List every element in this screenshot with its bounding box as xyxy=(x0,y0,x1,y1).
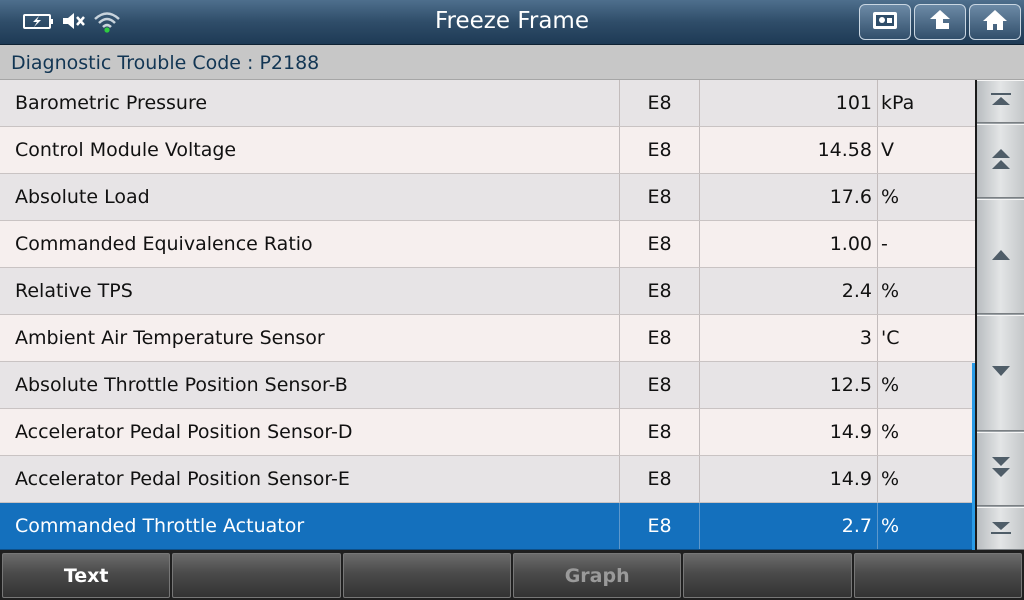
parameter-unit: % xyxy=(881,374,900,396)
parameter-unit: - xyxy=(881,233,888,255)
scroll-bottom-icon xyxy=(988,517,1014,541)
toolbar-button-3[interactable] xyxy=(342,553,511,598)
scroll-bottom-button[interactable] xyxy=(977,507,1024,550)
scroll-down-button[interactable] xyxy=(977,315,1024,431)
parameter-unit: % xyxy=(881,421,900,443)
toolbar-button-2[interactable] xyxy=(172,553,341,598)
parameter-unit: % xyxy=(881,280,900,302)
parameter-unit: V xyxy=(881,139,894,161)
parameter-value: 2.7 xyxy=(700,503,878,549)
home-button[interactable] xyxy=(969,4,1021,40)
toolbar-button-5[interactable] xyxy=(683,553,852,598)
toolbar-button-1[interactable]: Text xyxy=(2,553,171,598)
parameter-value: 3 xyxy=(700,315,878,361)
parameter-name: Relative TPS xyxy=(0,268,620,314)
table-row[interactable]: Control Module Voltage E8 14.58 V xyxy=(0,127,975,174)
freeze-frame-table: Barometric Pressure E8 101 kPa Control Modul… xyxy=(0,80,975,550)
parameter-name: Commanded Equivalence Ratio xyxy=(0,221,620,267)
scroll-top-icon xyxy=(988,90,1014,114)
parameter-unit: 'C xyxy=(881,327,900,349)
parameter-value: 101 xyxy=(700,80,878,126)
bottom-toolbar: Text Graph xyxy=(0,550,1024,600)
page-up-button[interactable] xyxy=(977,124,1024,198)
parameter-code: E8 xyxy=(620,268,700,314)
parameter-code: E8 xyxy=(620,127,700,173)
scroll-top-button[interactable] xyxy=(977,80,1024,123)
parameter-unit: % xyxy=(878,503,975,549)
toolbar-button-6[interactable] xyxy=(853,553,1022,598)
table-row[interactable]: Relative TPS E8 2.4% xyxy=(0,268,975,315)
screenshot-button[interactable] xyxy=(859,4,911,40)
table-row[interactable]: Commanded Throttle Actuator E8 2.7% xyxy=(0,503,975,550)
toolbar-button-4[interactable]: Graph xyxy=(512,553,682,598)
parameter-code: E8 xyxy=(620,221,700,267)
back-button[interactable] xyxy=(914,4,966,40)
parameter-value: 14.9 xyxy=(700,409,878,455)
parameter-code: E8 xyxy=(620,456,700,502)
parameter-unit: kPa xyxy=(881,92,915,114)
parameter-value: 1.00 xyxy=(700,221,878,267)
parameter-value: 14.9 xyxy=(700,456,878,502)
parameter-name: Barometric Pressure xyxy=(0,80,620,126)
parameter-value: 2.4 xyxy=(700,268,878,314)
scroll-up-icon xyxy=(988,245,1014,269)
parameter-name: Accelerator Pedal Position Sensor-E xyxy=(0,456,620,502)
parameter-code: E8 xyxy=(620,315,700,361)
table-row[interactable]: Accelerator Pedal Position Sensor-D E8 14.… xyxy=(0,409,975,456)
scroll-panel xyxy=(977,80,1024,550)
dtc-label: Diagnostic Trouble Code : P2188 xyxy=(0,45,1024,80)
parameter-unit: % xyxy=(881,186,900,208)
parameter-code: E8 xyxy=(620,503,700,549)
table-row[interactable]: Ambient Air Temperature Sensor E8 3 'C xyxy=(0,315,975,362)
parameter-name: Control Module Voltage xyxy=(0,127,620,173)
scroll-down-icon xyxy=(988,361,1014,385)
page-down-button[interactable] xyxy=(977,432,1024,506)
back-icon xyxy=(925,7,955,37)
scroll-up-button[interactable] xyxy=(977,199,1024,314)
parameter-name: Ambient Air Temperature Sensor xyxy=(0,315,620,361)
table-row[interactable]: Absolute Throttle Position Sensor-B E8 12.… xyxy=(0,362,975,409)
parameter-code: E8 xyxy=(620,174,700,220)
page-up-icon xyxy=(988,144,1014,178)
table-row[interactable]: Accelerator Pedal Position Sensor-E E8 14.… xyxy=(0,456,975,503)
parameter-name: Absolute Load xyxy=(0,174,620,220)
table-row[interactable]: Absolute Load E8 17.6% xyxy=(0,174,975,221)
parameter-code: E8 xyxy=(620,362,700,408)
parameter-name: Commanded Throttle Actuator xyxy=(0,503,620,549)
parameter-value: 14.58 xyxy=(700,127,878,173)
parameter-name: Accelerator Pedal Position Sensor-D xyxy=(0,409,620,455)
home-icon xyxy=(980,7,1010,37)
parameter-unit: % xyxy=(881,468,900,490)
page-down-icon xyxy=(988,452,1014,486)
parameter-code: E8 xyxy=(620,80,700,126)
parameter-code: E8 xyxy=(620,409,700,455)
scroll-position-indicator xyxy=(972,363,975,550)
screenshot-icon xyxy=(870,8,900,36)
parameter-value: 12.5 xyxy=(700,362,878,408)
parameter-value: 17.6 xyxy=(700,174,878,220)
parameter-name: Absolute Throttle Position Sensor-B xyxy=(0,362,620,408)
table-row[interactable]: Barometric Pressure E8 101 kPa xyxy=(0,80,975,127)
title-bar: Freeze Frame xyxy=(0,0,1024,45)
table-row[interactable]: Commanded Equivalence Ratio E8 1.00- xyxy=(0,221,975,268)
